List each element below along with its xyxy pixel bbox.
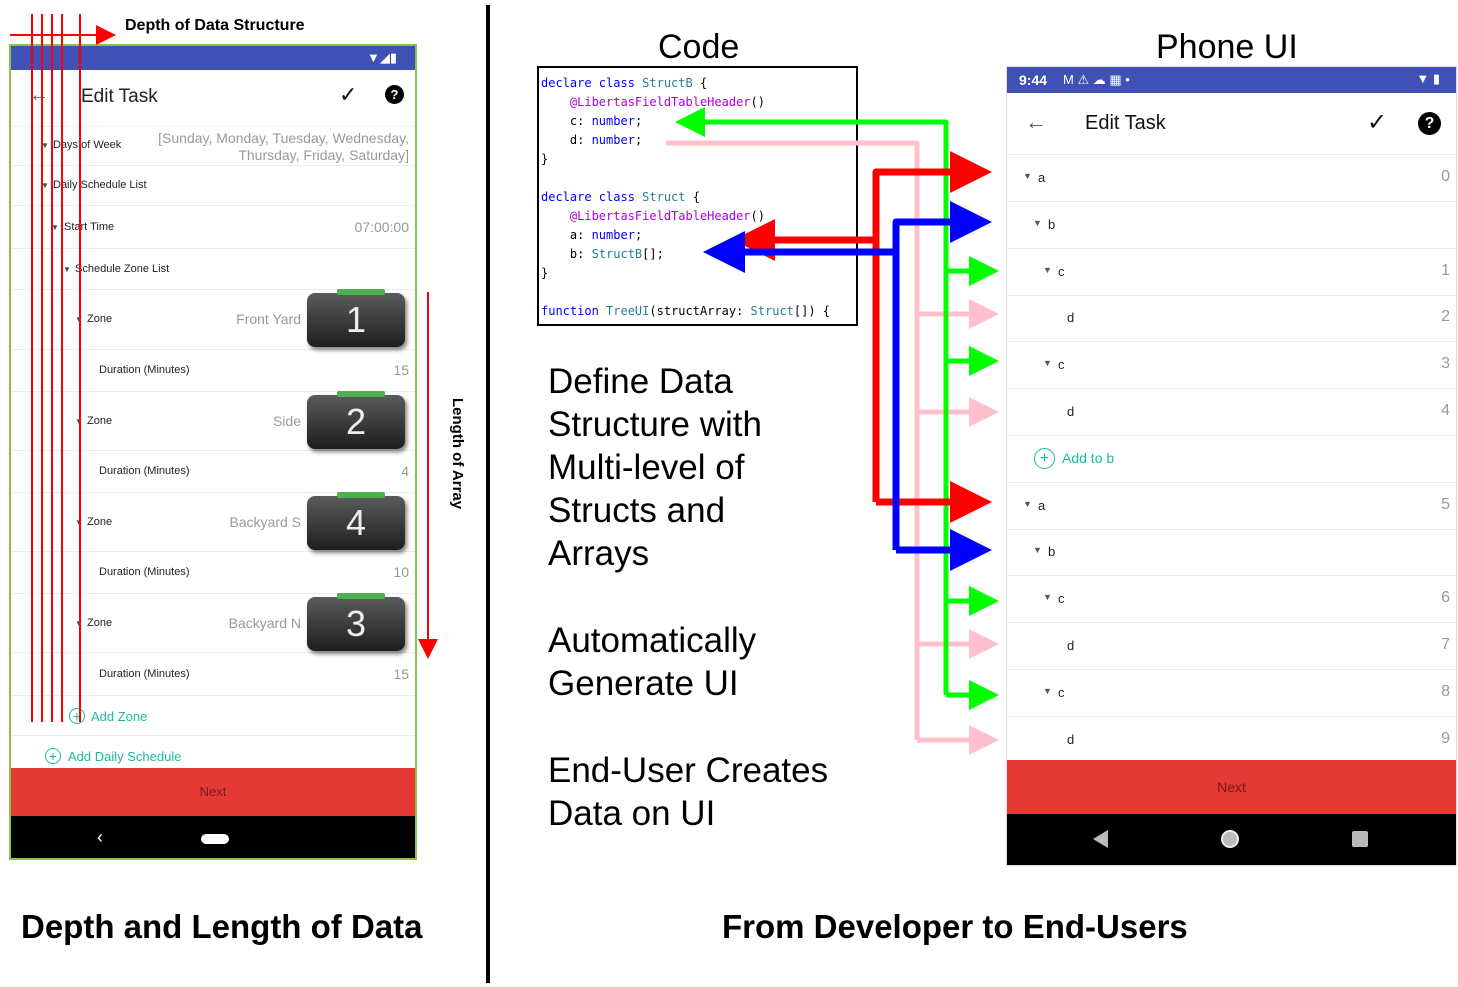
green-trunk [675, 107, 949, 695]
green-arrows [675, 107, 999, 710]
depth-lines [10, 14, 116, 722]
arrow-overlay [10, 14, 999, 755]
